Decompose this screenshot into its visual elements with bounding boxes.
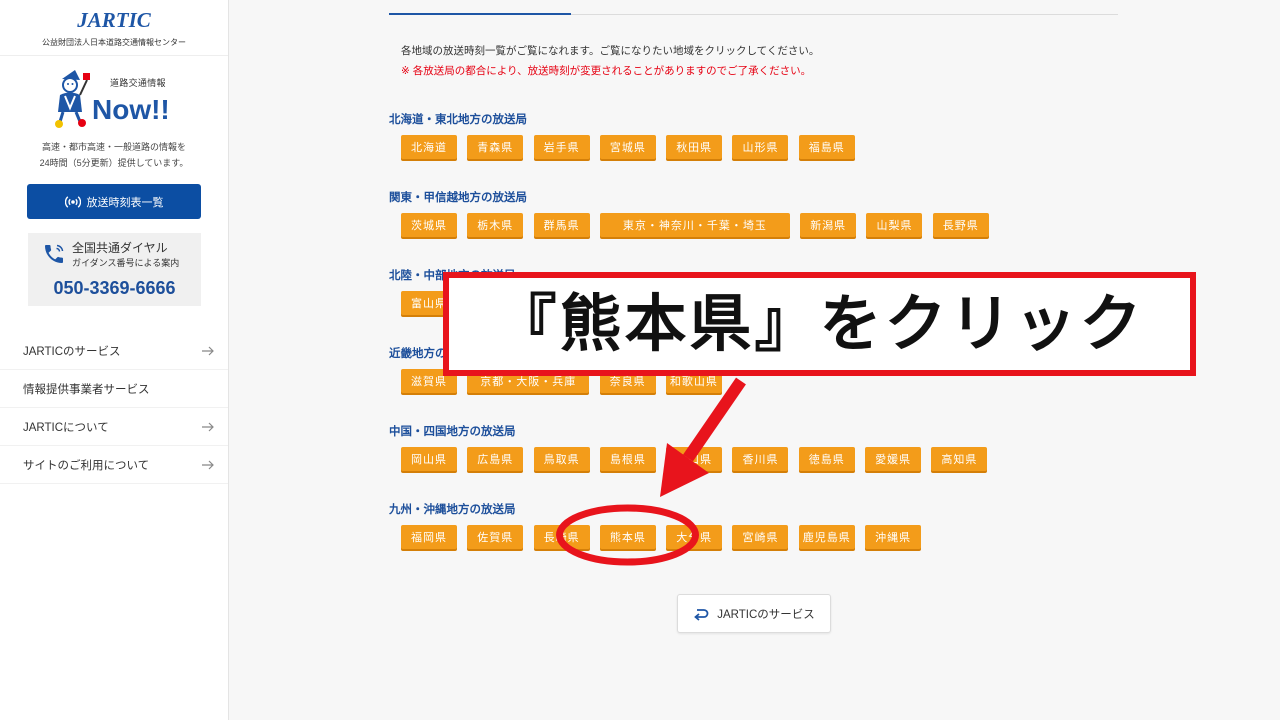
sidebar-item-label: JARTICのサービス [23, 345, 121, 358]
station-button-miyazaki[interactable]: 宮崎県 [732, 525, 789, 549]
station-button-okayama[interactable]: 岡山県 [401, 447, 457, 471]
station-list: 富山県 [389, 291, 1249, 315]
station-button-nara[interactable]: 奈良県 [599, 369, 656, 393]
station-button-yamaguchi[interactable]: 山口県 [666, 447, 723, 471]
station-button-tokyo-kanagawa-chiba-saitama[interactable]: 東京・神奈川・千葉・埼玉 [599, 213, 790, 237]
region-heading: 中国・四国地方の放送局 [389, 426, 516, 438]
station-list: 滋賀県 京都・大阪・兵庫 奈良県 和歌山県 [389, 369, 1249, 393]
region-heading: 北海道・東北地方の放送局 [389, 114, 527, 126]
station-button-aomori[interactable]: 青森県 [467, 135, 524, 159]
region-hokkaido-tohoku: 北海道・東北地方の放送局 北海道 青森県 岩手県 宮城県 秋田県 山形県 福島県 [389, 112, 1249, 190]
region-kyushu-okinawa: 九州・沖縄地方の放送局 福岡県 佐賀県 長崎県 熊本県 大分県 宮崎県 鹿児島県… [389, 502, 1249, 580]
station-button-tochigi[interactable]: 栃木県 [467, 213, 524, 237]
station-button-nagasaki[interactable]: 長崎県 [533, 525, 590, 549]
station-button-yamagata[interactable]: 山形県 [732, 135, 789, 159]
region-heading: 関東・甲信越地方の放送局 [389, 192, 527, 204]
region-list: 北海道・東北地方の放送局 北海道 青森県 岩手県 宮城県 秋田県 山形県 福島県… [389, 112, 1249, 580]
station-button-gunma[interactable]: 群馬県 [533, 213, 590, 237]
sidebar-item-label: JARTICについて [23, 421, 109, 434]
broadcast-schedule-button[interactable]: 放送時刻表一覧 [27, 184, 201, 219]
sidebar-item-jartic-services[interactable]: JARTICのサービス [0, 332, 228, 370]
station-button-okinawa[interactable]: 沖縄県 [865, 525, 922, 549]
station-button-nagano[interactable]: 長野県 [932, 213, 989, 237]
station-button-saga[interactable]: 佐賀県 [467, 525, 524, 549]
station-button-kagawa[interactable]: 香川県 [732, 447, 789, 471]
sidebar-item-label: 情報提供事業者サービス [23, 383, 150, 396]
station-button-shimane[interactable]: 島根県 [599, 447, 656, 471]
dial-title: 全国共通ダイヤル [72, 241, 168, 255]
region-hokuriku-chubu: 北陸・中部地方の放送局 富山県 [389, 268, 1249, 346]
region-chugoku-shikoku: 中国・四国地方の放送局 岡山県 広島県 鳥取県 島根県 山口県 香川県 徳島県 … [389, 424, 1249, 502]
station-button-hokkaido[interactable]: 北海道 [401, 135, 457, 159]
station-button-hiroshima[interactable]: 広島県 [467, 447, 524, 471]
station-button-tottori[interactable]: 鳥取県 [533, 447, 590, 471]
organization-name: 公益財団法人日本道路交通情報センター [42, 38, 186, 47]
region-heading: 近畿地方の放送局 [389, 348, 481, 360]
station-button-shiga[interactable]: 滋賀県 [401, 369, 457, 393]
station-list: 北海道 青森県 岩手県 宮城県 秋田県 山形県 福島県 [389, 135, 1249, 159]
station-button-toyama[interactable]: 富山県 [401, 291, 457, 315]
arrow-right-icon [202, 422, 214, 432]
station-button-tokushima[interactable]: 徳島県 [798, 447, 855, 471]
sidebar-item-label: サイトのご利用について [23, 459, 150, 472]
page: JARTIC 公益財団法人日本道路交通情報センター 道路交通情報 Now!! 高… [0, 0, 1280, 720]
station-list: 茨城県 栃木県 群馬県 東京・神奈川・千葉・埼玉 新潟県 山梨県 長野県 [389, 213, 1249, 237]
region-kanto-koshinetsu: 関東・甲信越地方の放送局 茨城県 栃木県 群馬県 東京・神奈川・千葉・埼玉 新潟… [389, 190, 1249, 268]
jartic-logo[interactable]: JARTIC [0, 7, 228, 33]
intro-text: 各地域の放送時刻一覧がご覧になれます。ご覧になりたい地域をクリックしてください。 [401, 45, 820, 57]
region-kinki: 近畿地方の放送局 滋賀県 京都・大阪・兵庫 奈良県 和歌山県 [389, 346, 1249, 424]
broadcast-icon [64, 195, 81, 209]
station-list: 岡山県 広島県 鳥取県 島根県 山口県 香川県 徳島県 愛媛県 高知県 [389, 447, 1249, 471]
station-button-niigata[interactable]: 新潟県 [800, 213, 857, 237]
station-button-oita[interactable]: 大分県 [666, 525, 723, 549]
station-button-kumamoto[interactable]: 熊本県 [599, 525, 656, 549]
dial-phone-number[interactable]: 050-3369-6666 [28, 277, 201, 299]
arrow-right-icon [202, 460, 214, 470]
description-line: 高速・都市高速・一般道路の情報を [41, 142, 186, 152]
now-title: Now!! [92, 94, 170, 125]
dial-subtitle: ガイダンス番号による案内 [72, 258, 180, 268]
station-button-fukushima[interactable]: 福島県 [798, 135, 855, 159]
arrow-right-icon [202, 346, 214, 356]
broadcast-schedule-label: 放送時刻表一覧 [86, 196, 164, 209]
traffic-now-banner[interactable]: 道路交通情報 Now!! [50, 66, 180, 132]
station-button-yamanashi[interactable]: 山梨県 [866, 213, 923, 237]
service-description: 高速・都市高速・一般道路の情報を 24時間（5分更新）提供しています。 [0, 139, 228, 171]
sidebar-item-site-usage[interactable]: サイトのご利用について [0, 446, 228, 484]
description-line: 24時間（5分更新）提供しています。 [39, 158, 189, 168]
return-icon [693, 607, 709, 621]
mascot-icon [55, 70, 90, 128]
sidebar-nav: JARTICのサービス 情報提供事業者サービス JARTICについて サイトのご… [0, 332, 228, 484]
station-button-kochi[interactable]: 高知県 [931, 447, 988, 471]
station-button-ehime[interactable]: 愛媛県 [865, 447, 922, 471]
station-button-ibaraki[interactable]: 茨城県 [401, 213, 457, 237]
sidebar: JARTIC 公益財団法人日本道路交通情報センター 道路交通情報 Now!! 高… [0, 0, 229, 720]
region-heading: 九州・沖縄地方の放送局 [389, 504, 516, 516]
station-button-miyagi[interactable]: 宮城県 [599, 135, 656, 159]
station-button-akita[interactable]: 秋田県 [666, 135, 723, 159]
region-heading: 北陸・中部地方の放送局 [389, 270, 516, 282]
jartic-services-label: JARTICのサービス [717, 608, 815, 621]
station-list: 福岡県 佐賀県 長崎県 熊本県 大分県 宮崎県 鹿児島県 沖縄県 [389, 525, 1249, 549]
station-button-kyoto-osaka-hyogo[interactable]: 京都・大阪・兵庫 [467, 369, 590, 393]
notice-text: ※ 各放送局の都合により、放送時刻が変更されることがありますのでご了承ください。 [401, 65, 812, 77]
dial-info-box: 全国共通ダイヤル ガイダンス番号による案内 050-3369-6666 [28, 233, 201, 306]
active-tab-indicator [389, 13, 571, 15]
sidebar-item-about-jartic[interactable]: JARTICについて [0, 408, 228, 446]
now-label: 道路交通情報 [110, 78, 166, 88]
station-button-wakayama[interactable]: 和歌山県 [665, 369, 722, 393]
header-divider [0, 55, 228, 56]
phone-icon [45, 244, 64, 263]
station-button-kagoshima[interactable]: 鹿児島県 [798, 525, 855, 549]
main-content: 各地域の放送時刻一覧がご覧になれます。ご覧になりたい地域をクリックしてください。… [229, 0, 1280, 720]
station-button-iwate[interactable]: 岩手県 [533, 135, 590, 159]
sidebar-item-provider-services[interactable]: 情報提供事業者サービス [0, 370, 228, 408]
jartic-services-button[interactable]: JARTICのサービス [677, 594, 831, 633]
station-button-fukuoka[interactable]: 福岡県 [401, 525, 457, 549]
